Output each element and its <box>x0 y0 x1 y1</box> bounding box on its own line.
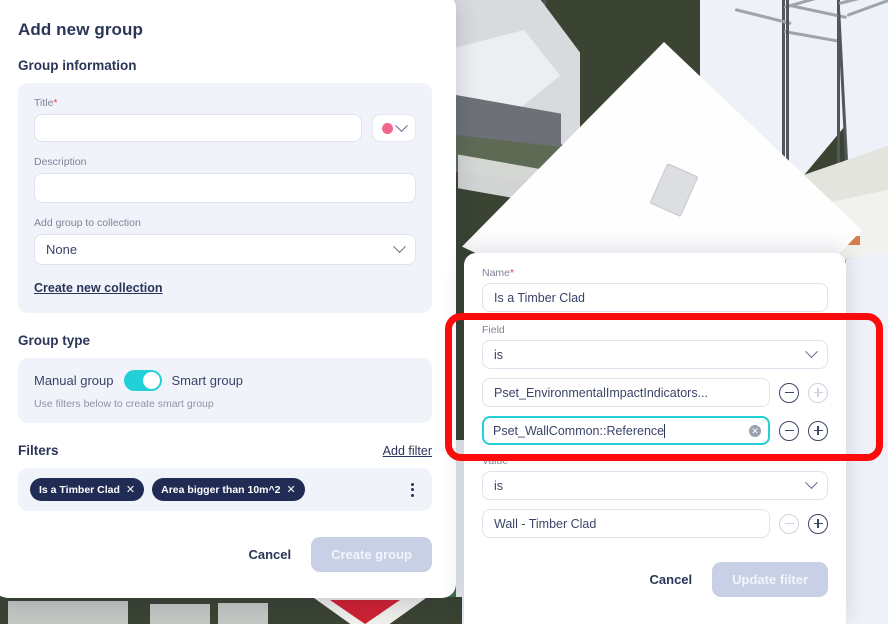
title-input[interactable] <box>34 114 362 142</box>
cancel-button[interactable]: Cancel <box>242 539 297 570</box>
create-new-collection-link[interactable]: Create new collection <box>34 281 163 295</box>
field-section-label: Field <box>482 324 505 336</box>
collection-field-label: Add group to collection <box>34 217 141 229</box>
group-type-toggle[interactable] <box>123 370 162 391</box>
color-picker-button[interactable] <box>372 114 416 142</box>
toggle-knob <box>142 372 160 389</box>
filter-chip[interactable]: Is a Timber Clad ✕ <box>30 478 145 501</box>
value-row-input-wrap <box>482 509 770 538</box>
filters-header: Filters Add filter <box>18 443 432 458</box>
update-filter-dialog: Name* Field is Pset_WallCommon::Referenc… <box>464 253 846 624</box>
add-new-group-dialog: Add new group Group information Title* D… <box>0 0 456 598</box>
field-row-input-wrap-focused: Pset_WallCommon::Reference ✕ <box>482 416 770 445</box>
filter-name-required-marker: * <box>510 268 514 279</box>
create-group-button[interactable]: Create group <box>311 537 432 572</box>
field-row <box>482 378 828 407</box>
group-type-toggle-row: Manual group Smart group <box>34 370 416 391</box>
field-value-input[interactable] <box>482 378 770 407</box>
color-swatch-icon <box>382 122 393 134</box>
filter-name-label-text: Name <box>482 267 511 279</box>
app-root: Add new group Group information Title* D… <box>0 0 888 624</box>
left-dialog-footer: Cancel Create group <box>18 537 432 572</box>
value-section-label: Value <box>482 455 509 467</box>
value-operator-select[interactable]: is <box>482 471 828 500</box>
collection-select-value: None <box>46 242 78 257</box>
description-field-label: Description <box>34 156 87 168</box>
field-operator-value: is <box>494 347 504 362</box>
filter-chip[interactable]: Area bigger than 10m^2 ✕ <box>152 478 305 501</box>
paving-slab <box>150 604 210 624</box>
collection-select[interactable]: None <box>34 234 416 265</box>
filter-name-label: Name* <box>482 267 828 279</box>
kebab-menu-icon[interactable] <box>405 479 420 501</box>
add-value-row-button[interactable] <box>808 513 828 534</box>
filter-chip-label: Area bigger than 10m^2 <box>161 483 281 496</box>
filter-chip-label: Is a Timber Clad <box>39 483 120 496</box>
title-label-text: Title <box>34 97 54 109</box>
group-type-panel: Manual group Smart group Use filters bel… <box>18 358 432 423</box>
tree-trunk-icon <box>786 0 789 170</box>
paving-slab <box>218 603 268 624</box>
group-information-heading: Group information <box>18 58 137 73</box>
remove-field-row-button[interactable] <box>779 420 799 441</box>
filter-name-input[interactable] <box>482 283 828 312</box>
value-input[interactable] <box>482 509 770 538</box>
smart-group-label: Smart group <box>171 373 244 388</box>
group-type-hint: Use filters below to create smart group <box>34 398 214 410</box>
close-icon[interactable]: ✕ <box>286 483 295 496</box>
close-icon[interactable]: ✕ <box>126 483 135 496</box>
value-row <box>482 509 828 538</box>
filter-chip-list: Is a Timber Clad ✕ Area bigger than 10m^… <box>30 478 305 501</box>
field-row-focused: Pset_WallCommon::Reference ✕ <box>482 416 828 445</box>
filters-chips-panel: Is a Timber Clad ✕ Area bigger than 10m^… <box>18 468 432 511</box>
description-input[interactable] <box>34 173 416 203</box>
chevron-down-icon <box>805 476 818 490</box>
paving-slab <box>8 601 128 624</box>
title-row <box>34 114 416 142</box>
value-operator-value: is <box>494 478 504 493</box>
chevron-down-icon <box>395 118 408 132</box>
field-operator-select[interactable]: is <box>482 340 828 369</box>
tree-trunk-icon <box>782 0 785 170</box>
add-field-row-button <box>808 382 828 403</box>
add-filter-link[interactable]: Add filter <box>383 444 432 458</box>
manual-group-label: Manual group <box>34 373 114 388</box>
add-field-row-button[interactable] <box>808 420 828 441</box>
group-type-heading: Group type <box>18 333 91 348</box>
field-value-input-focused[interactable] <box>482 416 770 445</box>
clear-input-icon[interactable]: ✕ <box>749 424 761 437</box>
filters-heading: Filters <box>18 443 59 458</box>
remove-value-row-button <box>779 513 799 534</box>
chevron-down-icon <box>393 240 406 254</box>
filter-cancel-button[interactable]: Cancel <box>644 564 699 595</box>
right-dialog-footer: Cancel Update filter <box>482 562 828 597</box>
dialog-title: Add new group <box>18 20 144 39</box>
chevron-down-icon <box>805 345 818 359</box>
field-row-input-wrap <box>482 378 770 407</box>
update-filter-button[interactable]: Update filter <box>712 562 828 597</box>
remove-field-row-button[interactable] <box>779 382 799 403</box>
group-information-panel: Title* Description Add group to collecti… <box>18 83 432 313</box>
title-required-marker: * <box>53 98 58 109</box>
title-field-label: Title* <box>34 97 416 109</box>
